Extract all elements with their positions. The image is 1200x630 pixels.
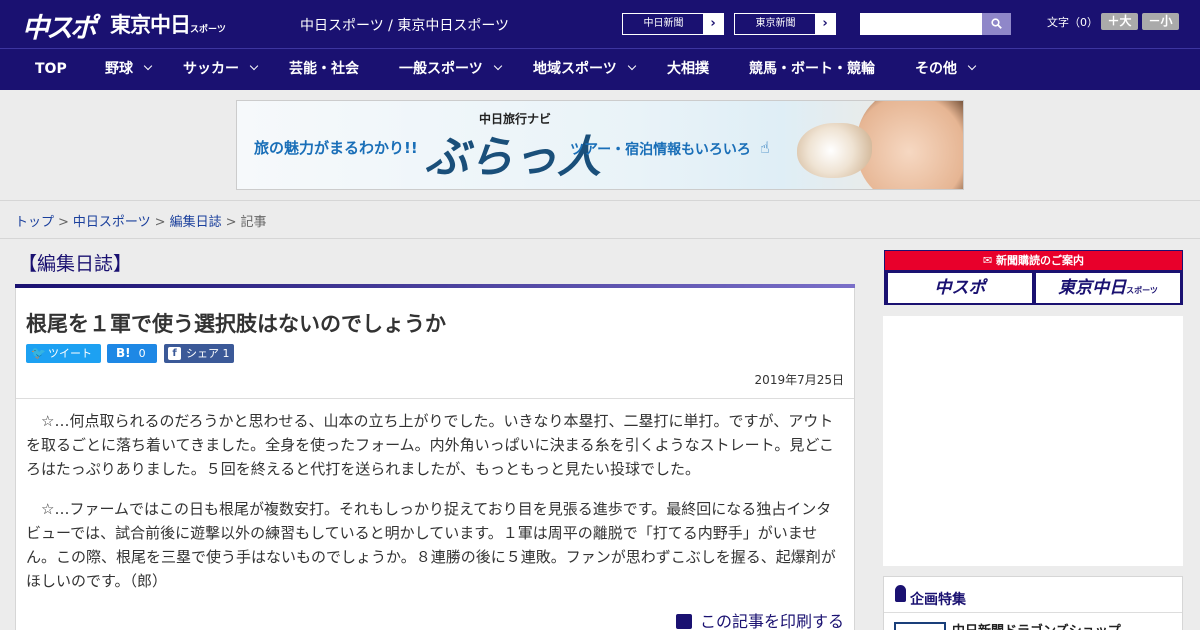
breadcrumb-separator: > xyxy=(154,215,166,230)
facebook-share-label: シェア 1 xyxy=(186,347,230,360)
search-input[interactable] xyxy=(860,13,982,35)
tokyo-chunichi-logo-text: 東京中日 xyxy=(110,13,191,37)
feature-item-link[interactable]: 中日新聞ドラゴンズショップ xyxy=(952,620,1121,630)
breadcrumb-editorial[interactable]: 編集日誌 xyxy=(170,215,222,230)
banner-tagline-right: ツアー・宿泊情報もいろいろ xyxy=(570,142,751,158)
hatena-count: 0 xyxy=(138,347,146,360)
subscribe-tokyo-chunichi-label: 東京中日 xyxy=(1058,278,1127,298)
breadcrumb-separator: > xyxy=(225,215,237,230)
facebook-share-button[interactable]: f シェア 1 xyxy=(164,344,234,363)
subscription-box: ✉ 新聞購読のご案内 中スポ 東京中日スポーツ xyxy=(884,250,1183,305)
main-nav: TOP 野球 サッカー 芸能・社会 一般スポーツ 地域スポーツ 大相撲 競馬・ボ… xyxy=(0,48,1200,90)
nav-label: 競馬・ボート・競輪 xyxy=(749,61,875,77)
chevron-down-icon xyxy=(967,61,977,71)
nav-label: サッカー xyxy=(183,61,239,77)
banner-shell-image xyxy=(797,123,872,178)
nav-item-entertainment[interactable]: 芸能・社会 xyxy=(289,49,359,90)
feature-box: 企画特集 中日新聞ドラゴンズショップ xyxy=(883,576,1183,630)
subscribe-chuspo-label: 中スポ xyxy=(934,278,986,298)
nav-label: 芸能・社会 xyxy=(289,61,359,77)
chevron-down-icon xyxy=(493,61,502,71)
subscribe-chuspo-button[interactable]: 中スポ xyxy=(888,273,1032,303)
print-label: この記事を印刷する xyxy=(699,612,844,630)
breadcrumb-top[interactable]: トップ xyxy=(15,215,54,230)
nav-label: その他 xyxy=(915,61,957,77)
nav-label: 大相撲 xyxy=(667,61,709,77)
breadcrumb-chuspo[interactable]: 中日スポーツ xyxy=(73,215,151,230)
travel-ad-banner[interactable]: 旅の魅力がまるわかり!! 中日旅行ナビ ぶらっ人 ツアー・宿泊情報もいろいろ ☝ xyxy=(236,100,964,190)
search-button[interactable] xyxy=(982,13,1011,35)
hatena-bookmark-button[interactable]: B! 0 xyxy=(107,344,157,363)
banner-area: 旅の魅力がまるわかり!! 中日旅行ナビ ぶらっ人 ツアー・宿泊情報もいろいろ ☝ xyxy=(0,90,1200,200)
nav-item-baseball[interactable]: 野球 xyxy=(105,49,153,90)
section-title: 【編集日誌】 xyxy=(18,253,133,275)
tokyo-chunichi-logo-small: スポーツ xyxy=(190,25,226,35)
chevron-right-icon: › xyxy=(815,14,835,34)
article-headline: 根尾を１軍で使う選択肢はないのでしょうか xyxy=(26,312,446,336)
font-decrease-button[interactable]: －小 xyxy=(1142,13,1179,30)
chevron-right-icon: › xyxy=(703,14,723,34)
banner-model-image xyxy=(857,101,963,189)
subscription-heading-text: 新聞購読のご案内 xyxy=(996,254,1085,267)
chunichi-shimbun-button[interactable]: 中日新聞 › xyxy=(622,13,724,35)
nav-label: TOP xyxy=(35,61,67,77)
chevron-down-icon xyxy=(627,61,636,71)
sidebar-ad-slot xyxy=(883,316,1183,566)
feature-divider xyxy=(884,612,1182,613)
search-icon xyxy=(991,18,1002,29)
subscribe-tokyo-chunichi-small: スポーツ xyxy=(1126,286,1158,295)
nav-item-racing[interactable]: 競馬・ボート・競輪 xyxy=(749,49,875,90)
tokyo-chunichi-logo[interactable]: 東京中日スポーツ xyxy=(110,9,226,39)
facebook-icon: f xyxy=(168,347,181,360)
subscribe-tokyo-chunichi-button[interactable]: 東京中日スポーツ xyxy=(1036,273,1180,303)
breadcrumb-bar: トップ > 中日スポーツ > 編集日誌 > 記事 xyxy=(0,200,1200,239)
nav-item-other[interactable]: その他 xyxy=(915,49,977,90)
nav-item-top[interactable]: TOP xyxy=(35,49,67,90)
tokyo-shimbun-button[interactable]: 東京新聞 › xyxy=(734,13,836,35)
printer-icon xyxy=(675,614,692,629)
nav-item-soccer[interactable]: サッカー xyxy=(183,49,259,90)
font-increase-button[interactable]: ＋大 xyxy=(1101,13,1138,30)
tokyo-shimbun-label: 東京新聞 xyxy=(755,18,796,29)
pointing-hand-icon: ☝ xyxy=(760,138,770,157)
chevron-down-icon xyxy=(249,61,259,71)
feature-thumbnail[interactable] xyxy=(894,622,946,630)
nav-label: 一般スポーツ xyxy=(399,61,483,77)
subscription-heading: ✉ 新聞購読のご案内 xyxy=(885,251,1182,270)
pin-icon xyxy=(895,585,906,602)
nav-label: 野球 xyxy=(105,61,133,77)
nav-label: 地域スポーツ xyxy=(533,61,617,77)
article-date: 2019年7月25日 xyxy=(754,373,844,387)
nav-item-local-sports[interactable]: 地域スポーツ xyxy=(533,49,636,90)
hatena-icon: B! xyxy=(116,346,131,360)
banner-tagline-left: 旅の魅力がまるわかり!! xyxy=(254,139,418,157)
font-size-label: 文字（0） xyxy=(1047,16,1098,29)
breadcrumb-current: 記事 xyxy=(240,215,267,230)
tweet-button[interactable]: 🐦 ツイート xyxy=(26,344,101,363)
article: 根尾を１軍で使う選択肢はないのでしょうか 🐦 ツイート B! 0 f シェア 1 20… xyxy=(15,288,855,630)
chunichi-shimbun-label: 中日新聞 xyxy=(643,18,684,29)
nav-item-sumo[interactable]: 大相撲 xyxy=(667,49,709,90)
article-paragraph: ☆…何点取られるのだろうかと思わせる、山本の立ち上がりでした。いきなり本塁打、二… xyxy=(26,412,834,478)
chevron-down-icon xyxy=(143,61,153,71)
feature-title: 企画特集 xyxy=(910,592,966,608)
site-header: 中スポ 東京中日スポーツ 中日スポーツ / 東京中日スポーツ 中日新聞 › 東京… xyxy=(0,0,1200,48)
tweet-label: ツイート xyxy=(48,347,92,360)
breadcrumb-separator: > xyxy=(58,215,69,230)
nav-item-general-sports[interactable]: 一般スポーツ xyxy=(399,49,502,90)
breadcrumb: トップ > 中日スポーツ > 編集日誌 > 記事 xyxy=(15,211,267,230)
site-links[interactable]: 中日スポーツ / 東京中日スポーツ xyxy=(300,15,509,35)
twitter-bird-icon: 🐦 xyxy=(31,346,46,360)
article-paragraph: ☆…ファームではこの日も根尾が複数安打。それもしっかり捉えており目を見張る進歩で… xyxy=(26,500,836,590)
print-article-link[interactable]: この記事を印刷する xyxy=(675,608,844,630)
chuspo-logo[interactable]: 中スポ xyxy=(22,6,97,45)
article-divider xyxy=(16,398,854,399)
